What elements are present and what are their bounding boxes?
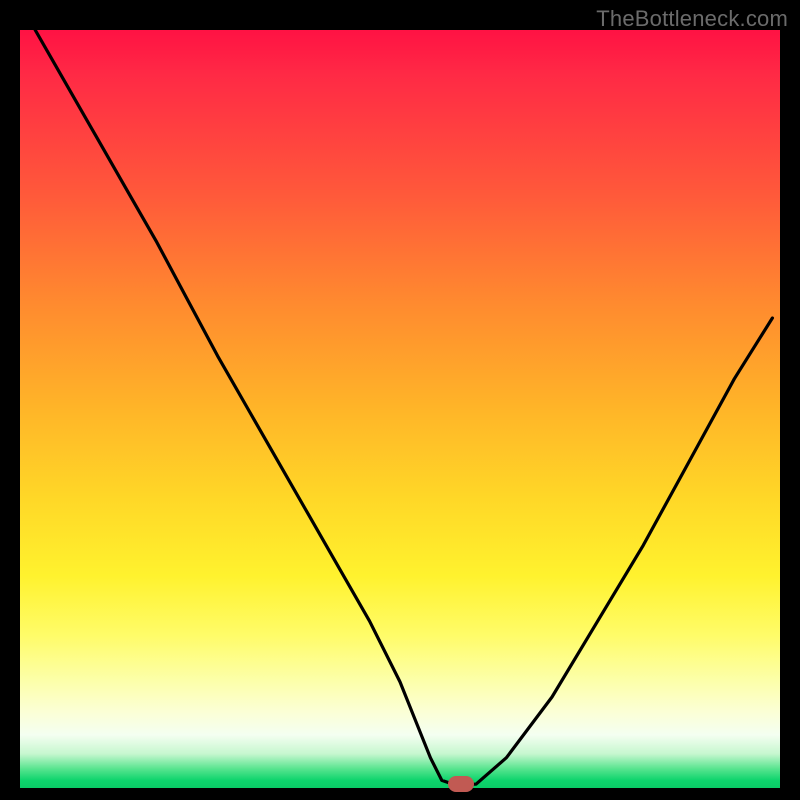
optimum-marker <box>448 776 474 792</box>
watermark-text: TheBottleneck.com <box>596 6 788 32</box>
bottleneck-curve-path <box>35 30 772 784</box>
plot-area <box>20 30 780 788</box>
curve-overlay <box>20 30 780 788</box>
chart-frame: TheBottleneck.com <box>0 0 800 800</box>
